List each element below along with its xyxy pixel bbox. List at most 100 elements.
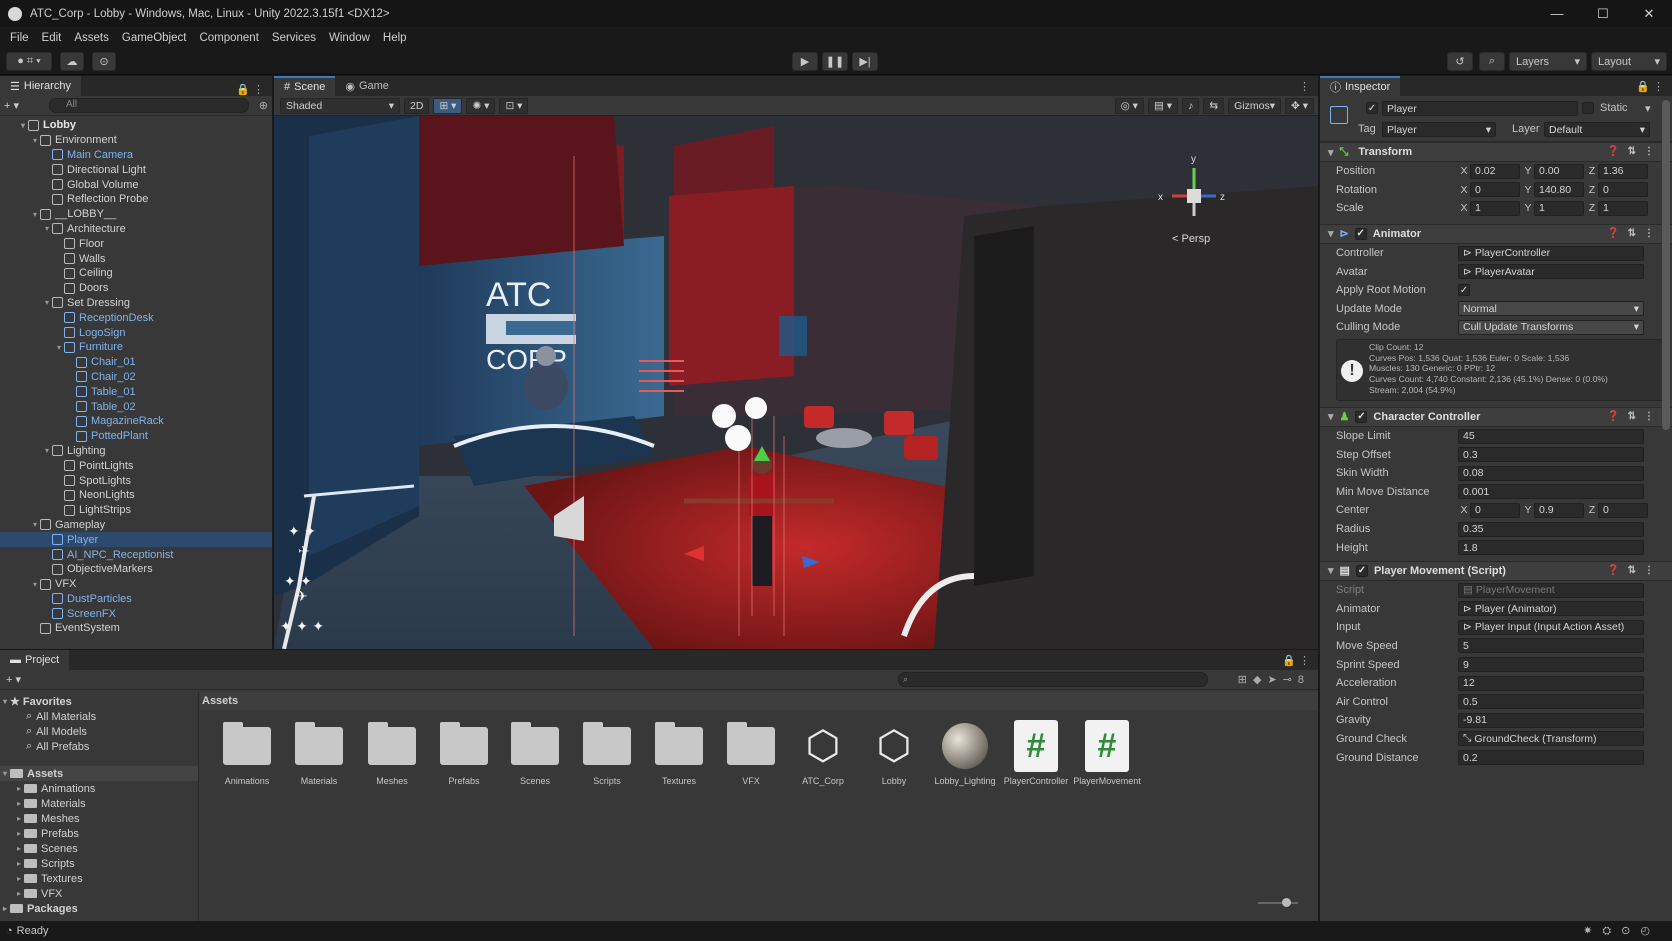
audio-toggle[interactable]: ♪ (1182, 97, 1200, 114)
play-button[interactable]: ▶ (792, 52, 818, 71)
project-folder-item[interactable]: ▸ Animations (0, 781, 198, 796)
player-movement-header[interactable]: ▾ ▤ ✓ Player Movement (Script) ❓⇅⋮ (1320, 560, 1672, 581)
center-x-field[interactable]: 0 (1470, 502, 1520, 518)
tag-dropdown[interactable]: Player ▾ (1382, 122, 1496, 137)
expand-arrow-icon[interactable]: ▸ (14, 874, 24, 883)
layout-dropdown[interactable]: Layout ▾ (1591, 52, 1667, 71)
status-icons[interactable]: ✷⛭⊙◴ (1583, 924, 1672, 938)
hierarchy-item[interactable]: Ceiling (0, 266, 272, 281)
height-field[interactable]: 1.8 (1458, 540, 1644, 556)
menu-assets[interactable]: Assets (74, 32, 109, 44)
history-button[interactable]: ↺ (1447, 52, 1473, 71)
pause-button[interactable]: ❚❚ (822, 52, 848, 71)
transform-header[interactable]: ▾ ⤡ Transform ❓⇅⋮ (1320, 142, 1672, 162)
hierarchy-item[interactable]: PottedPlant (0, 429, 272, 444)
overlay-button[interactable]: ▤ ▾ (1147, 97, 1179, 114)
sprint-speed-field[interactable]: 9 (1458, 657, 1644, 673)
asset-item[interactable]: Lobby_Lighting (928, 723, 1002, 786)
step-button[interactable]: ▶| (852, 52, 878, 71)
component-menu-icon[interactable]: ❓⇅⋮ (1607, 565, 1662, 576)
project-folder-item[interactable]: ▸ Prefabs (0, 826, 198, 841)
cloud-button[interactable]: ☁ (60, 52, 84, 71)
avatar-field[interactable]: ⊳ PlayerAvatar (1458, 264, 1644, 280)
rotation-z-field[interactable]: 0 (1598, 182, 1648, 198)
tab-inspector[interactable]: ⓘ Inspector (1320, 76, 1401, 96)
hierarchy-item[interactable]: ▾ Environment (0, 133, 272, 148)
hierarchy-item[interactable]: Main Camera (0, 148, 272, 163)
packages-item[interactable]: ▸ Packages (0, 901, 198, 916)
controller-field[interactable]: ⊳ PlayerController (1458, 245, 1644, 261)
layer-dropdown[interactable]: Default ▾ (1544, 122, 1650, 137)
panel-menu-icon[interactable]: ⋮ (1299, 80, 1318, 93)
maximize-button[interactable]: ☐ (1580, 6, 1626, 22)
effects-toggle[interactable]: ⇆ (1203, 97, 1225, 114)
expand-arrow-icon[interactable]: ▸ (14, 844, 24, 853)
collab-button[interactable]: ⊙ (92, 52, 116, 71)
scale-x-field[interactable]: 1 (1470, 200, 1520, 216)
hierarchy-item[interactable]: DustParticles (0, 592, 272, 607)
expand-arrow-icon[interactable]: ▸ (14, 799, 24, 808)
expand-arrow-icon[interactable]: ▸ (14, 829, 24, 838)
hierarchy-item[interactable]: ▾ Gameplay (0, 518, 272, 533)
asset-item[interactable]: ⬡ ATC_Corp (786, 726, 860, 786)
hierarchy-item[interactable]: Reflection Probe (0, 192, 272, 207)
chevron-down-icon[interactable]: ▾ (1645, 102, 1651, 115)
root-motion-checkbox[interactable]: ✓ (1458, 284, 1470, 297)
account-button[interactable]: ● ⌗ ▾ (6, 52, 52, 71)
expand-arrow-icon[interactable]: ▾ (42, 224, 52, 233)
menu-help[interactable]: Help (383, 32, 407, 44)
icon-size-slider-handle[interactable] (1282, 898, 1291, 907)
culling-mode-dropdown[interactable]: Cull Update Transforms ▾ (1458, 319, 1644, 335)
expand-arrow-icon[interactable]: ▾ (42, 298, 52, 307)
expand-arrow-icon[interactable]: ▾ (30, 136, 40, 145)
menu-component[interactable]: Component (199, 32, 258, 44)
expand-arrow-icon[interactable]: ▾ (42, 446, 52, 455)
asset-item[interactable]: # PlayerMovement (1070, 720, 1144, 786)
asset-item[interactable]: Materials (282, 722, 356, 786)
hierarchy-item[interactable]: ▾ VFX (0, 577, 272, 592)
rotation-x-field[interactable]: 0 (1470, 182, 1520, 198)
rotation-y-field[interactable]: 140.80 (1534, 182, 1584, 198)
menu-window[interactable]: Window (329, 32, 370, 44)
hierarchy-item[interactable]: Table_02 (0, 399, 272, 414)
expand-arrow-icon[interactable]: ▸ (14, 859, 24, 868)
move-speed-field[interactable]: 5 (1458, 638, 1644, 654)
project-folder-item[interactable]: ▸ Scripts (0, 856, 198, 871)
search-button[interactable]: ⌕ (1479, 52, 1505, 71)
animator-header[interactable]: ▾ ⊳ ✓ Animator ❓⇅⋮ (1320, 223, 1672, 244)
hierarchy-search-input[interactable]: All (49, 98, 250, 113)
hierarchy-item[interactable]: ScreenFX (0, 606, 272, 621)
hierarchy-item[interactable]: ▾ Furniture (0, 340, 272, 355)
asset-item[interactable]: Scripts (570, 722, 644, 786)
hierarchy-item[interactable]: SpotLights (0, 473, 272, 488)
favorites-item[interactable]: ▾ ★ Favorites (0, 694, 198, 709)
asset-item[interactable]: ⬡ Lobby (857, 726, 931, 786)
menu-gameobject[interactable]: GameObject (122, 32, 187, 44)
ground-check-field[interactable]: ⤡ GroundCheck (Transform) (1458, 731, 1644, 747)
asset-item[interactable]: Scenes (498, 722, 572, 786)
expand-arrow-icon[interactable]: ▾ (54, 343, 64, 352)
tab-game[interactable]: ◉ Game (335, 76, 399, 96)
skin-width-field[interactable]: 0.08 (1458, 465, 1644, 481)
position-x-field[interactable]: 0.02 (1470, 163, 1520, 179)
create-asset-button[interactable]: + ▾ (6, 673, 21, 686)
project-folder-item[interactable]: ▸ Scenes (0, 841, 198, 856)
character-controller-enabled-checkbox[interactable]: ✓ (1355, 410, 1368, 423)
asset-item[interactable]: Animations (210, 722, 284, 786)
hierarchy-item[interactable]: Walls (0, 251, 272, 266)
component-menu-icon[interactable]: ❓⇅⋮ (1607, 146, 1662, 157)
hierarchy-item[interactable]: ▾ Set Dressing (0, 296, 272, 311)
view-tool-button[interactable]: ✥ ▾ (1285, 97, 1314, 114)
project-folder-item[interactable]: ▸ Materials (0, 796, 198, 811)
hierarchy-item[interactable]: Chair_01 (0, 355, 272, 370)
air-control-field[interactable]: 0.5 (1458, 694, 1644, 710)
hierarchy-item[interactable]: EventSystem (0, 621, 272, 636)
hierarchy-item[interactable]: Floor (0, 236, 272, 251)
ground-distance-field[interactable]: 0.2 (1458, 750, 1644, 766)
panel-menu-icon[interactable]: 🔒 ⋮ (1282, 654, 1318, 667)
hierarchy-item[interactable]: Chair_02 (0, 370, 272, 385)
scale-z-field[interactable]: 1 (1598, 200, 1648, 216)
hierarchy-item[interactable]: NeonLights (0, 488, 272, 503)
favorite-item[interactable]: ⌕ All Prefabs (0, 739, 198, 754)
hierarchy-item[interactable]: ▾ Lobby (0, 118, 272, 133)
